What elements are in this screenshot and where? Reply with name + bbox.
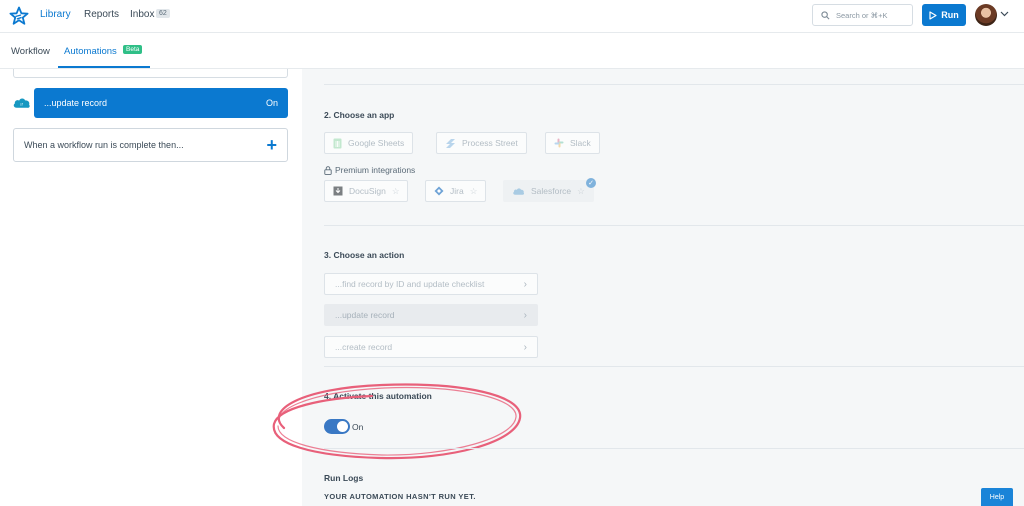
app-label: DocuSign — [349, 186, 386, 196]
salesforce-cloud-icon — [513, 187, 525, 195]
lock-icon — [324, 165, 332, 175]
star-icon[interactable]: ☆ — [470, 186, 478, 197]
run-label: Run — [941, 10, 959, 20]
star-icon[interactable]: ☆ — [577, 186, 585, 197]
rule-status: On — [265, 98, 278, 108]
divider — [324, 366, 1024, 367]
tabs-bar: Workflow Automations Beta — [0, 34, 1024, 69]
add-rule-card[interactable]: When a workflow run is complete then... … — [13, 128, 288, 162]
action-create-record[interactable]: ...create record › — [324, 336, 538, 358]
premium-integrations-label: Premium integrations — [324, 165, 415, 175]
docusign-icon — [333, 186, 343, 196]
process-street-icon — [446, 138, 455, 148]
action-label: ...find record by ID and update checklis… — [335, 279, 485, 289]
nav-reports[interactable]: Reports — [84, 9, 119, 20]
search-input[interactable]: Search or ⌘+K — [812, 4, 913, 26]
chevron-right-icon: › — [523, 278, 527, 290]
avatar[interactable] — [975, 4, 997, 26]
google-sheets-icon — [333, 138, 342, 148]
activation-toggle[interactable] — [324, 419, 350, 434]
divider — [324, 84, 1024, 85]
app-google-sheets[interactable]: Google Sheets — [324, 132, 414, 154]
app-jira[interactable]: Jira ☆ — [425, 180, 487, 202]
slack-icon — [554, 138, 564, 148]
tab-automations[interactable]: Automations — [64, 46, 117, 57]
choose-action-title: 3. Choose an action — [324, 250, 405, 260]
divider — [324, 448, 1024, 449]
inbox-count-badge: 62 — [156, 9, 170, 18]
star-icon[interactable]: ☆ — [392, 186, 400, 197]
toggle-label: On — [352, 422, 364, 432]
action-find-record-update-checklist[interactable]: ...find record by ID and update checklis… — [324, 273, 538, 295]
run-logs-message: YOUR AUTOMATION HASN'T RUN YET. — [324, 492, 476, 501]
star-logo-icon[interactable] — [9, 6, 29, 26]
activate-title: 4. Activate this automation — [324, 391, 432, 401]
app-process-street[interactable]: Process Street — [436, 132, 527, 154]
help-button[interactable]: Help — [981, 488, 1013, 506]
toggle-knob — [337, 421, 348, 432]
jira-icon — [434, 186, 444, 196]
app-label: Jira — [450, 186, 464, 196]
check-badge-icon: ✓ — [586, 178, 596, 188]
search-placeholder: Search or ⌘+K — [836, 10, 888, 20]
app-label: Slack — [570, 138, 591, 148]
tab-workflow[interactable]: Workflow — [11, 46, 50, 57]
premium-label-text: Premium integrations — [335, 165, 416, 175]
action-label: ...update record — [335, 310, 395, 320]
divider — [324, 225, 1024, 226]
rule-label: ...update record — [44, 98, 108, 108]
app-docusign[interactable]: DocuSign ☆ — [324, 180, 409, 202]
play-icon — [929, 10, 937, 20]
run-logs-title: Run Logs — [324, 473, 364, 483]
app-slack[interactable]: Slack — [545, 132, 600, 154]
top-bar: Library Reports Inbox 62 Search or ⌘+K R… — [0, 0, 1024, 33]
choose-app-title: 2. Choose an app — [324, 110, 395, 120]
action-update-record[interactable]: ...update record › — [324, 304, 538, 326]
app-label: Salesforce — [531, 186, 572, 196]
search-icon — [821, 10, 830, 19]
app-label: Google Sheets — [348, 138, 405, 148]
app-salesforce[interactable]: Salesforce ☆ — [503, 180, 594, 202]
beta-badge: Beta — [123, 45, 143, 54]
nav-library[interactable]: Library — [40, 9, 71, 20]
app-label: Process Street — [462, 138, 518, 148]
previous-rule-card[interactable] — [13, 69, 288, 78]
salesforce-cloud-icon: sf — [13, 98, 30, 108]
chevron-right-icon: › — [523, 309, 527, 321]
plus-icon[interactable]: + — [266, 136, 277, 154]
nav-inbox[interactable]: Inbox — [130, 9, 154, 20]
active-tab-indicator — [58, 66, 150, 68]
active-rule-update-record[interactable]: ...update record On — [34, 88, 288, 118]
chevron-right-icon: › — [523, 341, 527, 353]
add-rule-label: When a workflow run is complete then... — [24, 140, 184, 150]
chevron-down-icon[interactable] — [1000, 11, 1009, 17]
action-label: ...create record — [335, 342, 393, 352]
run-button[interactable]: Run — [922, 4, 966, 26]
